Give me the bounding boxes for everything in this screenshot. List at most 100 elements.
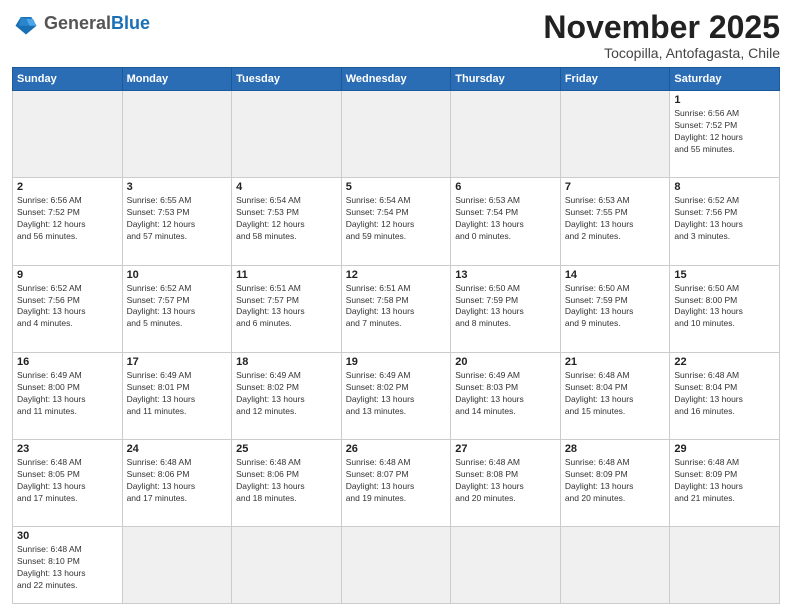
table-row: 15 Sunrise: 6:50 AM Sunset: 8:00 PM Dayli…	[670, 265, 780, 352]
table-row: 26 Sunrise: 6:48 AM Sunset: 8:07 PM Dayli…	[341, 440, 451, 527]
day-number: 17	[127, 356, 228, 368]
col-monday: Monday	[122, 68, 232, 91]
day-info: Sunrise: 6:48 AM Sunset: 8:07 PM Dayligh…	[346, 457, 447, 505]
table-row: 5Sunrise: 6:54 AM Sunset: 7:54 PM Daylig…	[341, 178, 451, 265]
day-info: Sunrise: 6:48 AM Sunset: 8:04 PM Dayligh…	[565, 370, 666, 418]
day-info: Sunrise: 6:53 AM Sunset: 7:54 PM Dayligh…	[455, 195, 556, 243]
day-info: Sunrise: 6:50 AM Sunset: 8:00 PM Dayligh…	[674, 283, 775, 331]
day-info: Sunrise: 6:51 AM Sunset: 7:57 PM Dayligh…	[236, 283, 337, 331]
day-info: Sunrise: 6:50 AM Sunset: 7:59 PM Dayligh…	[455, 283, 556, 331]
day-number: 18	[236, 356, 337, 368]
day-info: Sunrise: 6:48 AM Sunset: 8:06 PM Dayligh…	[236, 457, 337, 505]
day-info: Sunrise: 6:48 AM Sunset: 8:04 PM Dayligh…	[674, 370, 775, 418]
day-number: 30	[17, 530, 118, 542]
day-info: Sunrise: 6:50 AM Sunset: 7:59 PM Dayligh…	[565, 283, 666, 331]
table-row: 11 Sunrise: 6:51 AM Sunset: 7:57 PM Dayli…	[232, 265, 342, 352]
logo-general-text: General	[44, 13, 111, 33]
table-row	[13, 91, 123, 178]
title-block: November 2025 Tocopilla, Antofagasta, Ch…	[543, 10, 780, 61]
table-row: 22 Sunrise: 6:48 AM Sunset: 8:04 PM Dayli…	[670, 352, 780, 439]
table-row	[232, 527, 342, 604]
day-info: Sunrise: 6:48 AM Sunset: 8:06 PM Dayligh…	[127, 457, 228, 505]
table-row	[451, 91, 561, 178]
day-info: Sunrise: 6:49 AM Sunset: 8:02 PM Dayligh…	[346, 370, 447, 418]
day-info: Sunrise: 6:54 AM Sunset: 7:53 PM Dayligh…	[236, 195, 337, 243]
day-number: 11	[236, 269, 337, 281]
table-row: 3Sunrise: 6:55 AM Sunset: 7:53 PM Daylig…	[122, 178, 232, 265]
day-info: Sunrise: 6:49 AM Sunset: 8:02 PM Dayligh…	[236, 370, 337, 418]
table-row: 17 Sunrise: 6:49 AM Sunset: 8:01 PM Dayli…	[122, 352, 232, 439]
day-info: Sunrise: 6:49 AM Sunset: 8:03 PM Dayligh…	[455, 370, 556, 418]
col-sunday: Sunday	[13, 68, 123, 91]
table-row: 8 Sunrise: 6:52 AM Sunset: 7:56 PM Daylig…	[670, 178, 780, 265]
day-info: Sunrise: 6:49 AM Sunset: 8:00 PM Dayligh…	[17, 370, 118, 418]
day-number: 9	[17, 269, 118, 281]
table-row: 13 Sunrise: 6:50 AM Sunset: 7:59 PM Dayli…	[451, 265, 561, 352]
day-number: 29	[674, 443, 775, 455]
location: Tocopilla, Antofagasta, Chile	[543, 45, 780, 61]
day-number: 4	[236, 181, 337, 193]
day-info: Sunrise: 6:56 AM Sunset: 7:52 PM Dayligh…	[674, 108, 775, 156]
table-row: 20 Sunrise: 6:49 AM Sunset: 8:03 PM Dayli…	[451, 352, 561, 439]
day-info: Sunrise: 6:52 AM Sunset: 7:56 PM Dayligh…	[17, 283, 118, 331]
calendar-header-row: Sunday Monday Tuesday Wednesday Thursday…	[13, 68, 780, 91]
table-row: 4 Sunrise: 6:54 AM Sunset: 7:53 PM Daylig…	[232, 178, 342, 265]
table-row: 9 Sunrise: 6:52 AM Sunset: 7:56 PM Daylig…	[13, 265, 123, 352]
day-number: 13	[455, 269, 556, 281]
day-number: 16	[17, 356, 118, 368]
table-row: 14Sunrise: 6:50 AM Sunset: 7:59 PM Dayli…	[560, 265, 670, 352]
page: GeneralBlue November 2025 Tocopilla, Ant…	[0, 0, 792, 612]
day-number: 8	[674, 181, 775, 193]
day-number: 28	[565, 443, 666, 455]
day-info: Sunrise: 6:52 AM Sunset: 7:57 PM Dayligh…	[127, 283, 228, 331]
day-info: Sunrise: 6:52 AM Sunset: 7:56 PM Dayligh…	[674, 195, 775, 243]
day-info: Sunrise: 6:55 AM Sunset: 7:53 PM Dayligh…	[127, 195, 228, 243]
table-row	[122, 527, 232, 604]
table-row	[232, 91, 342, 178]
day-info: Sunrise: 6:48 AM Sunset: 8:05 PM Dayligh…	[17, 457, 118, 505]
table-row: 7Sunrise: 6:53 AM Sunset: 7:55 PM Daylig…	[560, 178, 670, 265]
day-number: 7	[565, 181, 666, 193]
day-number: 6	[455, 181, 556, 193]
logo-text: GeneralBlue	[44, 14, 150, 34]
table-row: 2 Sunrise: 6:56 AM Sunset: 7:52 PM Daylig…	[13, 178, 123, 265]
table-row	[122, 91, 232, 178]
table-row: 6 Sunrise: 6:53 AM Sunset: 7:54 PM Daylig…	[451, 178, 561, 265]
day-number: 26	[346, 443, 447, 455]
table-row: 12 Sunrise: 6:51 AM Sunset: 7:58 PM Dayli…	[341, 265, 451, 352]
table-row: 23Sunrise: 6:48 AM Sunset: 8:05 PM Dayli…	[13, 440, 123, 527]
day-number: 25	[236, 443, 337, 455]
day-info: Sunrise: 6:56 AM Sunset: 7:52 PM Dayligh…	[17, 195, 118, 243]
table-row: 16 Sunrise: 6:49 AM Sunset: 8:00 PM Dayli…	[13, 352, 123, 439]
col-tuesday: Tuesday	[232, 68, 342, 91]
table-row: 28 Sunrise: 6:48 AM Sunset: 8:09 PM Dayli…	[560, 440, 670, 527]
table-row	[341, 527, 451, 604]
col-friday: Friday	[560, 68, 670, 91]
table-row	[451, 527, 561, 604]
day-info: Sunrise: 6:51 AM Sunset: 7:58 PM Dayligh…	[346, 283, 447, 331]
day-number: 22	[674, 356, 775, 368]
day-number: 15	[674, 269, 775, 281]
day-info: Sunrise: 6:48 AM Sunset: 8:10 PM Dayligh…	[17, 544, 118, 592]
day-number: 12	[346, 269, 447, 281]
month-title: November 2025	[543, 10, 780, 45]
day-number: 10	[127, 269, 228, 281]
table-row: 21Sunrise: 6:48 AM Sunset: 8:04 PM Dayli…	[560, 352, 670, 439]
table-row	[560, 91, 670, 178]
header: GeneralBlue November 2025 Tocopilla, Ant…	[12, 10, 780, 61]
table-row: 30 Sunrise: 6:48 AM Sunset: 8:10 PM Dayli…	[13, 527, 123, 604]
day-number: 2	[17, 181, 118, 193]
table-row: 27Sunrise: 6:48 AM Sunset: 8:08 PM Dayli…	[451, 440, 561, 527]
col-saturday: Saturday	[670, 68, 780, 91]
table-row: 24 Sunrise: 6:48 AM Sunset: 8:06 PM Dayli…	[122, 440, 232, 527]
day-info: Sunrise: 6:48 AM Sunset: 8:09 PM Dayligh…	[565, 457, 666, 505]
table-row	[341, 91, 451, 178]
day-info: Sunrise: 6:48 AM Sunset: 8:09 PM Dayligh…	[674, 457, 775, 505]
day-info: Sunrise: 6:49 AM Sunset: 8:01 PM Dayligh…	[127, 370, 228, 418]
table-row: 1Sunrise: 6:56 AM Sunset: 7:52 PM Daylig…	[670, 91, 780, 178]
day-number: 27	[455, 443, 556, 455]
table-row	[670, 527, 780, 604]
day-number: 24	[127, 443, 228, 455]
day-number: 20	[455, 356, 556, 368]
col-thursday: Thursday	[451, 68, 561, 91]
